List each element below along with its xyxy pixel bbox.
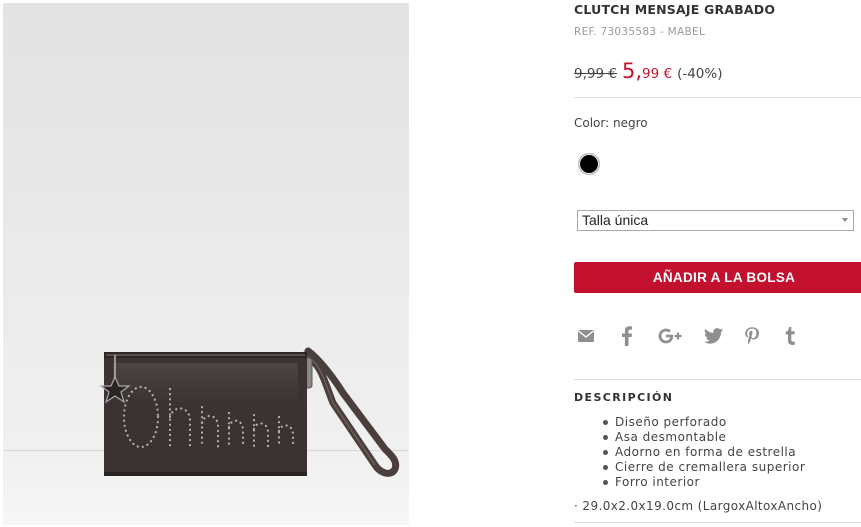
- sale-price-integer: 5,: [621, 59, 642, 83]
- old-price: 9,99 €: [574, 66, 617, 82]
- twitter-icon[interactable]: [703, 325, 723, 347]
- description-title: DESCRIPCIÓN: [574, 391, 674, 404]
- price-row: 9,99 € 5,99 € (-40%): [574, 59, 722, 85]
- product-dimensions: · 29.0x2.0x19.0cm (LargoxAltoxAncho): [574, 499, 823, 513]
- feature-item: Diseño perforado: [602, 415, 805, 430]
- tumblr-icon[interactable]: [784, 325, 796, 347]
- discount-badge: (-40%): [677, 66, 723, 82]
- color-swatch-black[interactable]: [578, 153, 600, 175]
- pinterest-icon[interactable]: [744, 325, 760, 347]
- size-select[interactable]: Talla única: [577, 210, 854, 231]
- feature-item: Adorno en forma de estrella: [602, 445, 805, 460]
- product-reference: REF. 73035583 - MABEL: [574, 26, 706, 38]
- feature-item: Asa desmontable: [602, 430, 805, 445]
- divider-price: [574, 97, 861, 98]
- size-selected-value: Talla única: [582, 212, 649, 228]
- divider-description: [574, 379, 861, 380]
- chevron-down-icon: [842, 218, 848, 222]
- product-image[interactable]: [3, 3, 409, 525]
- feature-item: Forro interior: [602, 475, 805, 490]
- sale-price-decimal: 99 €: [642, 66, 673, 82]
- google-plus-icon[interactable]: [658, 325, 684, 347]
- email-icon[interactable]: [577, 325, 595, 347]
- color-label: Color: negro: [574, 116, 648, 130]
- product-info-panel: CLUTCH MENSAJE GRABADO REF. 73035583 - M…: [574, 0, 861, 527]
- product-title: CLUTCH MENSAJE GRABADO: [574, 2, 776, 17]
- feature-item: Cierre de cremallera superior: [602, 460, 805, 475]
- facebook-icon[interactable]: [620, 325, 634, 347]
- add-to-bag-button[interactable]: AÑADIR A LA BOLSA: [574, 262, 861, 293]
- feature-list: Diseño perforado Asa desmontable Adorno …: [602, 415, 805, 490]
- divider-bottom: [574, 522, 861, 523]
- clutch-bag-illustration: [99, 347, 400, 477]
- sale-price: 5,99 €: [622, 59, 672, 83]
